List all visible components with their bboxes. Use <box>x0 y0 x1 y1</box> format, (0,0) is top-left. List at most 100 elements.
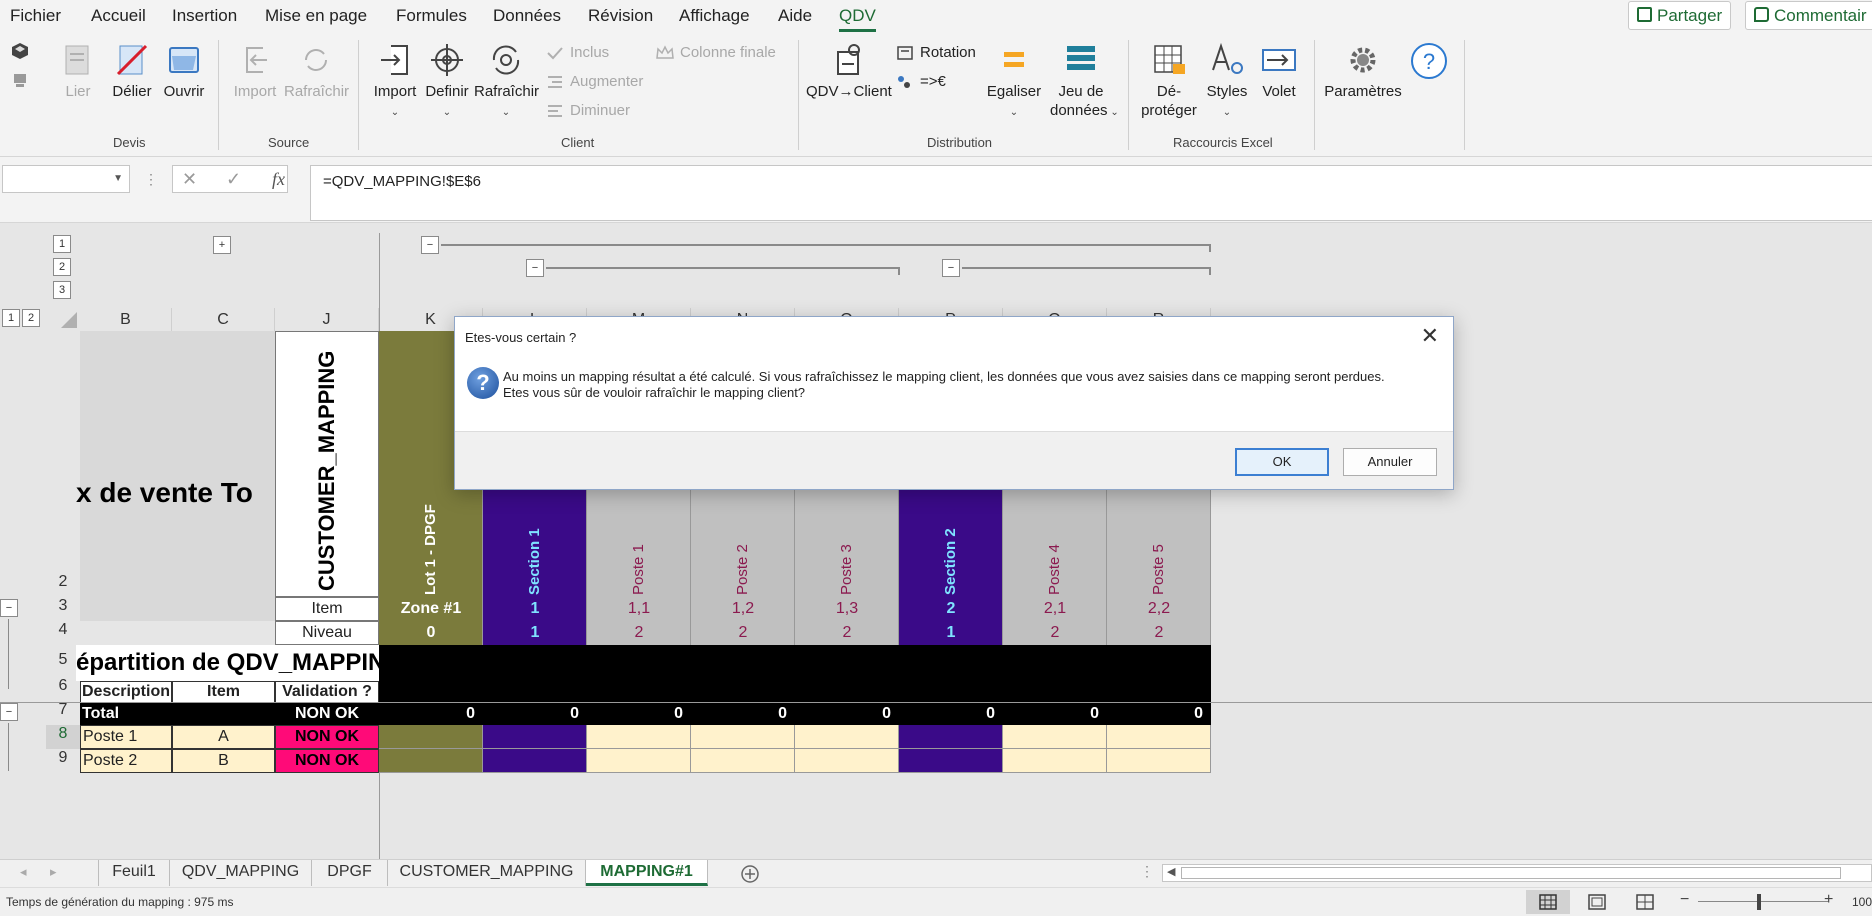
euro-button[interactable]: =>€ <box>896 73 946 90</box>
item-label-cell[interactable]: Item <box>275 597 379 621</box>
mapping-data-cell[interactable] <box>587 725 691 749</box>
collapse-columns-button[interactable]: − <box>421 236 439 254</box>
row-header-5[interactable]: 5 <box>46 651 80 675</box>
styles-button[interactable]: Styles ⌄ <box>1204 42 1250 122</box>
line-1-item[interactable]: A <box>172 725 275 749</box>
collapse-rows-button[interactable]: − <box>0 703 18 721</box>
header-item[interactable]: Item <box>172 681 275 703</box>
menu-aide[interactable]: Aide <box>778 6 812 26</box>
column-header-b[interactable]: B <box>80 308 172 332</box>
name-box[interactable]: ▼ <box>2 165 130 193</box>
mapping-data-cell[interactable] <box>691 725 795 749</box>
tab-mapping-1[interactable]: MAPPING#1 <box>586 860 708 886</box>
source-rafraichir-button[interactable]: Rafraîchir <box>284 42 349 101</box>
zoom-level[interactable]: 100 <box>1852 895 1872 909</box>
tab-qdv-mapping[interactable]: QDV_MAPPING <box>170 860 312 886</box>
select-all-icon[interactable] <box>60 311 78 329</box>
expand-columns-button[interactable]: + <box>213 236 231 254</box>
row-header-8[interactable]: 8 <box>46 725 80 749</box>
line-2-item[interactable]: B <box>172 749 275 773</box>
header-validation[interactable]: Validation ? <box>275 681 379 703</box>
menu-qdv[interactable]: QDV <box>839 6 876 32</box>
menu-accueil[interactable]: Accueil <box>91 6 146 26</box>
chevron-down-icon[interactable]: ▼ <box>113 173 123 184</box>
niveau-label-cell[interactable]: Niveau <box>275 621 379 645</box>
zoom-slider[interactable] <box>1698 901 1828 902</box>
row-header-7[interactable]: 7 <box>46 701 80 725</box>
row-header-3[interactable]: 3 <box>46 597 80 621</box>
tab-customer-mapping[interactable]: CUSTOMER_MAPPING <box>388 860 586 886</box>
mapping-data-cell[interactable] <box>899 725 1003 749</box>
column-header-j[interactable]: J <box>275 308 379 332</box>
mapping-column-niveau[interactable]: 2 <box>587 621 691 645</box>
lier-button[interactable]: Lier <box>58 42 98 101</box>
tab-scroll-right-icon[interactable]: ▸ <box>50 864 57 880</box>
mapping-data-cell[interactable] <box>483 725 587 749</box>
zoom-in-icon[interactable]: + <box>1824 891 1833 909</box>
inclus-button[interactable]: Inclus <box>546 44 609 61</box>
mapping-column-total[interactable]: 0 <box>691 703 795 725</box>
mapping-column-niveau[interactable]: 2 <box>1107 621 1211 645</box>
outline-level-1-button[interactable]: 1 <box>53 235 71 253</box>
menu-formules[interactable]: Formules <box>396 6 467 26</box>
normal-view-button[interactable] <box>1526 890 1570 914</box>
mapping-data-cell[interactable] <box>1003 725 1107 749</box>
mapping-column-total[interactable]: 0 <box>899 703 1003 725</box>
menu-mise-en-page[interactable]: Mise en page <box>265 6 367 26</box>
row-header-4[interactable]: 4 <box>46 621 80 645</box>
total-label[interactable]: Total <box>82 703 262 725</box>
add-sheet-icon[interactable] <box>740 864 760 884</box>
mapping-column-item[interactable]: Zone #1 <box>379 597 483 621</box>
mapping-column-item[interactable]: 1 <box>483 597 587 621</box>
client-rafraichir-button[interactable]: Rafraîchir ⌄ <box>474 42 539 122</box>
row-header-9[interactable]: 9 <box>46 749 80 773</box>
mapping-data-cell[interactable] <box>899 749 1003 773</box>
jeu-de-donnees-button[interactable]: Jeu de données ⌄ <box>1050 42 1119 122</box>
col-outline-level-1-button[interactable]: 1 <box>2 309 20 327</box>
mapping-column-niveau[interactable]: 2 <box>691 621 795 645</box>
row-header-2[interactable]: 2 <box>46 573 80 597</box>
close-icon[interactable]: ✕ <box>1421 323 1439 349</box>
horizontal-scrollbar[interactable]: ◀ <box>1162 864 1872 882</box>
page-break-icon[interactable] <box>1636 894 1654 910</box>
confirm-formula-icon[interactable]: ✓ <box>226 169 241 190</box>
colonne-finale-button[interactable]: Colonne finale <box>656 44 776 61</box>
client-import-button[interactable]: Import ⌄ <box>370 42 420 122</box>
mapping-column-item[interactable]: 2,2 <box>1107 597 1211 621</box>
outline-level-2-button[interactable]: 2 <box>53 258 71 276</box>
mapping-data-cell[interactable] <box>1107 725 1211 749</box>
collapse-section2-button[interactable]: − <box>942 259 960 277</box>
page-layout-icon[interactable] <box>1588 894 1606 910</box>
zoom-slider-thumb[interactable] <box>1757 894 1761 910</box>
rotation-button[interactable]: Rotation <box>896 44 976 61</box>
total-status[interactable]: NON OK <box>275 703 379 725</box>
ouvrir-button[interactable]: Ouvrir <box>162 42 206 101</box>
line-2-description[interactable]: Poste 2 <box>80 749 172 773</box>
mapping-column-niveau[interactable]: 1 <box>899 621 1003 645</box>
mapping-data-cell[interactable] <box>379 725 483 749</box>
tab-scroll-left-icon[interactable]: ◂ <box>20 864 27 880</box>
row-header-6[interactable]: 6 <box>46 677 80 701</box>
delier-button[interactable]: Délier <box>110 42 154 101</box>
mapping-column-total[interactable]: 0 <box>379 703 483 725</box>
column-header-c[interactable]: C <box>172 308 275 332</box>
menu-fichier[interactable]: Fichier <box>10 6 61 26</box>
mapping-column-niveau[interactable]: 0 <box>379 621 483 645</box>
parametres-button[interactable]: Paramètres <box>1324 42 1402 101</box>
zoom-out-icon[interactable]: − <box>1680 891 1689 909</box>
mapping-data-cell[interactable] <box>1003 749 1107 773</box>
mapping-data-cell[interactable] <box>1107 749 1211 773</box>
mapping-data-cell[interactable] <box>691 749 795 773</box>
volet-button[interactable]: Volet <box>1256 42 1302 101</box>
mapping-column-item[interactable]: 1,1 <box>587 597 691 621</box>
mapping-column-total[interactable]: 0 <box>1107 703 1211 725</box>
mapping-column-item[interactable]: 2 <box>899 597 1003 621</box>
menu-insertion[interactable]: Insertion <box>172 6 237 26</box>
mapping-column-item[interactable]: 1,3 <box>795 597 899 621</box>
help-icon[interactable]: ? <box>1410 42 1448 80</box>
ok-button[interactable]: OK <box>1235 448 1329 476</box>
diminuer-button[interactable]: Diminuer <box>546 102 630 119</box>
tab-dpgf[interactable]: DPGF <box>312 860 388 886</box>
header-description[interactable]: Description <box>80 681 172 703</box>
line-1-description[interactable]: Poste 1 <box>80 725 172 749</box>
